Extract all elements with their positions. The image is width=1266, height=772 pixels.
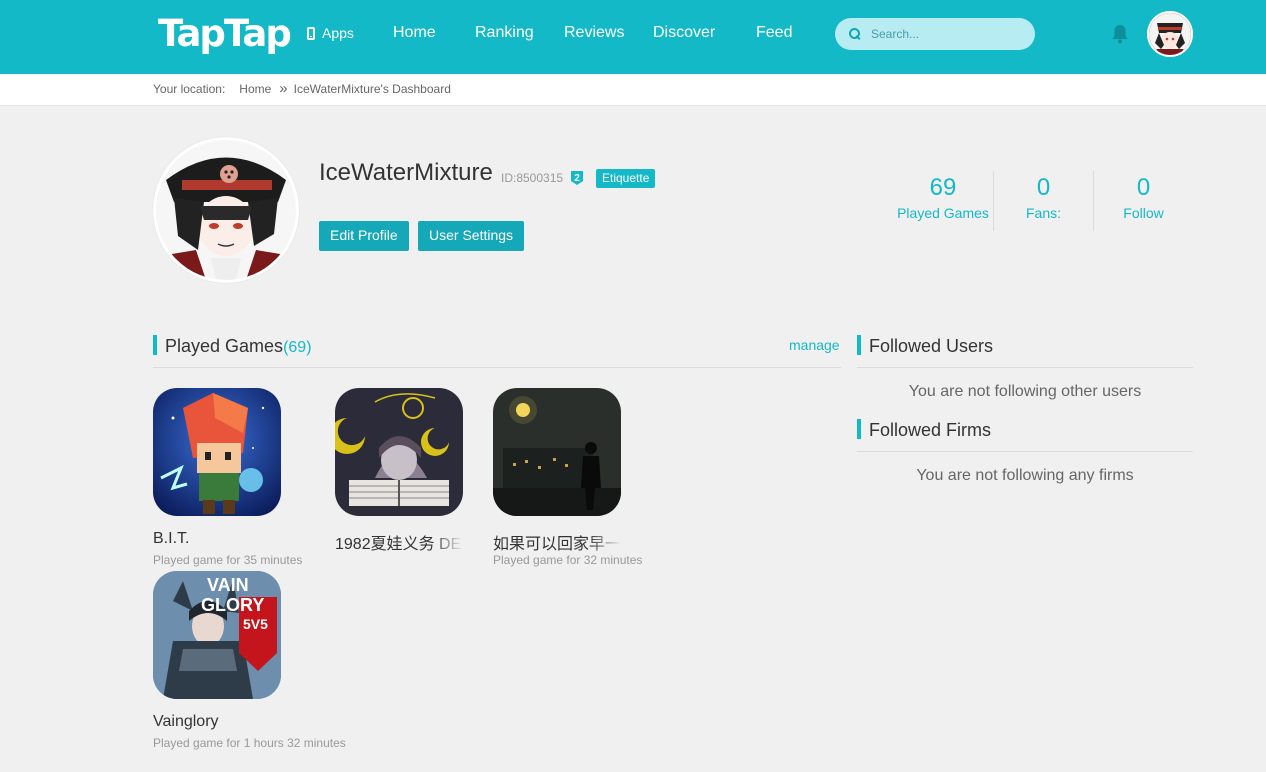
- level-number: 2: [574, 173, 580, 184]
- stat-fans-label: Fans:: [1025, 205, 1061, 221]
- game-icon-home-early[interactable]: [493, 388, 621, 516]
- played-games-title: Played Games: [165, 336, 284, 356]
- profile-user-id: ID:8500315: [501, 171, 564, 185]
- manage-link[interactable]: manage: [789, 337, 840, 353]
- followed-firms-heading: Followed Firms: [857, 419, 991, 440]
- stat-played-games[interactable]: 69 Played Games: [893, 171, 993, 231]
- breadcrumb-separator: »: [279, 80, 288, 97]
- nav-home[interactable]: Home: [393, 24, 436, 42]
- stat-played-games-value: 69: [929, 174, 957, 201]
- breadcrumb-current: IceWaterMixture's Dashboard: [293, 82, 451, 96]
- game-name[interactable]: 如果可以回家早一: [493, 530, 621, 554]
- search-icon[interactable]: [849, 28, 861, 40]
- game-playtime: Played game for 35 minutes: [153, 553, 303, 567]
- profile-avatar[interactable]: [153, 137, 299, 283]
- stat-follow-value: 0: [1136, 174, 1151, 201]
- divider: [857, 367, 1193, 368]
- divider: [857, 451, 1193, 452]
- level-badge-icon: 2: [570, 170, 584, 186]
- followed-users-empty: You are not following other users: [908, 383, 1142, 400]
- apps-label: Apps: [322, 25, 354, 41]
- stat-fans-value: 0: [1036, 174, 1051, 201]
- game-card-home-early[interactable]: 如果可以回家早一 Played game for 32 minutes: [493, 388, 642, 567]
- search-input[interactable]: [871, 27, 1031, 41]
- breadcrumb: Your location: Home » IceWaterMixture's …: [153, 80, 451, 97]
- game-icon-bit[interactable]: [153, 388, 281, 516]
- game-icon-1982[interactable]: [335, 388, 463, 516]
- breadcrumb-bar: Your location: Home » IceWaterMixture's …: [0, 74, 1266, 106]
- notification-bell-icon[interactable]: [1111, 24, 1129, 44]
- game-playtime: Played game for 32 minutes: [493, 553, 643, 567]
- followed-users-heading: Followed Users: [857, 335, 993, 356]
- stat-fans[interactable]: 0 Fans:: [993, 171, 1093, 231]
- avatar-image: [1149, 13, 1191, 55]
- game-name[interactable]: 1982夏娃义务 DE: [335, 530, 463, 554]
- nav-discover[interactable]: Discover: [653, 24, 715, 42]
- game-icon-vainglory[interactable]: VAIN GLORY 5V5: [153, 571, 281, 699]
- user-settings-button[interactable]: User Settings: [418, 221, 525, 251]
- vainglory-logo-line1: VAIN: [207, 575, 249, 595]
- profile-avatar-image: [156, 140, 296, 280]
- game-card-bit[interactable]: B.I.T. Played game for 35 minutes: [153, 388, 302, 567]
- played-games-heading: Played Games(69): [153, 335, 312, 356]
- breadcrumb-home[interactable]: Home: [239, 82, 271, 97]
- game-name[interactable]: B.I.T.: [153, 530, 189, 548]
- top-navigation-bar: TapTap Apps Home Ranking Reviews Discove…: [0, 0, 1266, 74]
- profile-username: IceWaterMixture: [319, 159, 493, 186]
- stat-follow-label: Follow: [1123, 205, 1164, 221]
- phone-icon: [307, 26, 315, 40]
- game-playtime: Played game for 1 hours 32 minutes: [153, 736, 346, 750]
- game-name[interactable]: Vainglory: [153, 713, 219, 731]
- nav-feed[interactable]: Feed: [756, 24, 792, 42]
- profile-stats: 69 Played Games 0 Fans: 0 Follow: [893, 171, 1193, 231]
- edit-profile-button[interactable]: Edit Profile: [319, 221, 409, 251]
- vainglory-logo-line2: GLORY: [201, 595, 264, 615]
- vainglory-logo-mode: 5V5: [243, 616, 268, 632]
- taptap-logo[interactable]: TapTap: [158, 12, 292, 55]
- stat-follow[interactable]: 0 Follow: [1093, 171, 1193, 231]
- game-card-vainglory[interactable]: VAIN GLORY 5V5 Vainglory Played game for…: [153, 571, 346, 750]
- user-avatar-menu[interactable]: [1147, 11, 1193, 57]
- nav-ranking[interactable]: Ranking: [475, 24, 534, 42]
- breadcrumb-prefix: Your location:: [153, 82, 226, 96]
- stat-played-games-label: Played Games: [897, 205, 989, 221]
- followed-firms-empty: You are not following any firms: [916, 467, 1134, 484]
- game-card-1982[interactable]: 1982夏娃义务 DE: [335, 388, 463, 553]
- etiquette-badge[interactable]: Etiquette: [596, 169, 656, 188]
- nav-reviews[interactable]: Reviews: [564, 24, 624, 42]
- divider: [153, 367, 841, 368]
- search-box[interactable]: [835, 18, 1035, 50]
- apps-menu[interactable]: Apps: [307, 25, 354, 41]
- played-games-count: (69): [283, 339, 312, 356]
